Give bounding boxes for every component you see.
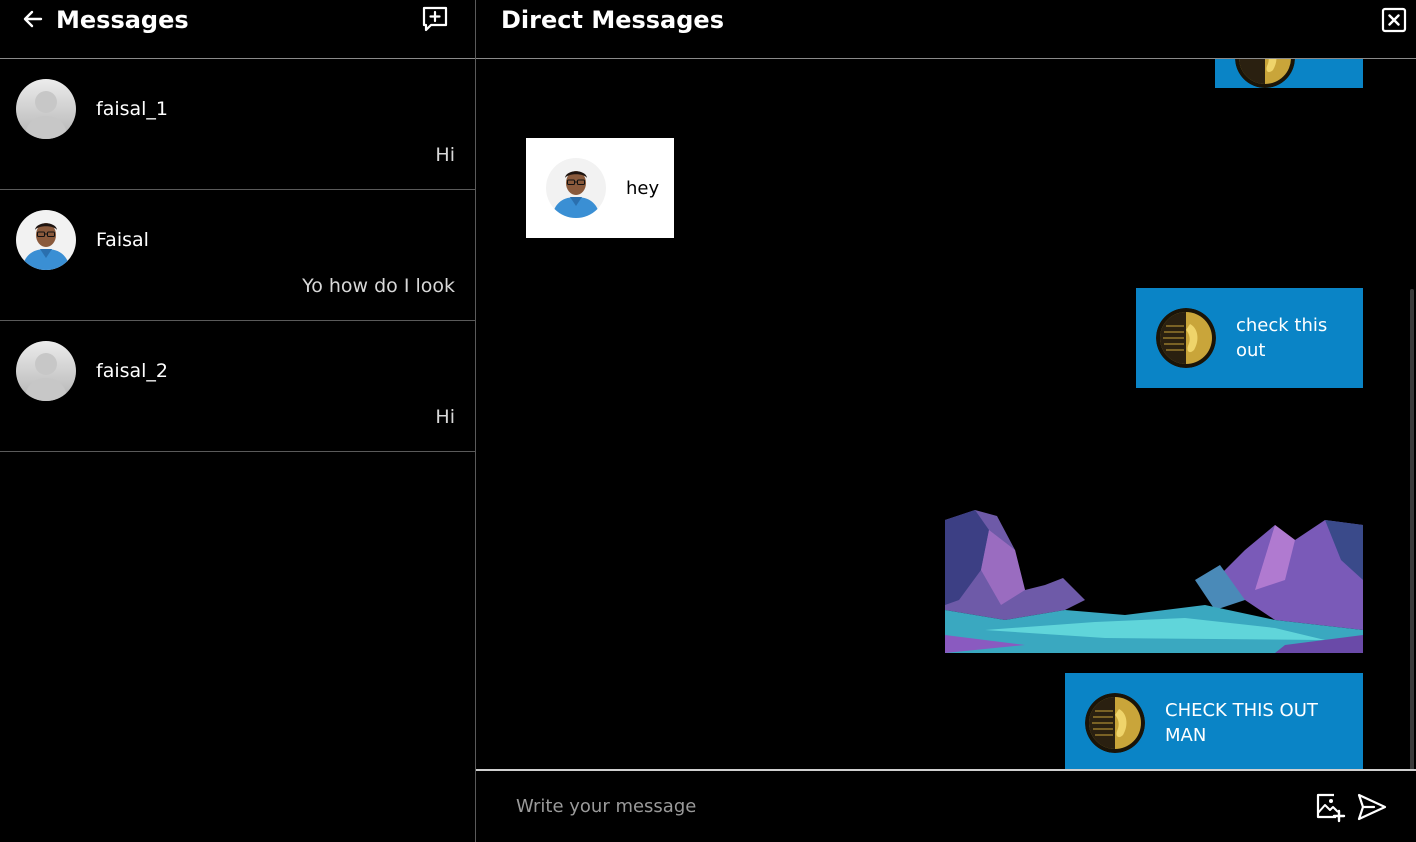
conversation-preview: Hi xyxy=(435,406,455,428)
message-thread[interactable]: hey check this out CHECK THIS OUT MAN xyxy=(476,59,1414,769)
message-composer xyxy=(476,769,1416,842)
sent-message xyxy=(1215,59,1363,88)
default-avatar xyxy=(16,79,76,139)
sender-avatar xyxy=(1235,59,1295,88)
default-avatar xyxy=(16,341,76,401)
conversation-name: Faisal xyxy=(96,229,149,251)
conversations-panel: Messages faisal_1 Hi Faisal Yo how do I … xyxy=(0,0,476,842)
chat-title: Direct Messages xyxy=(501,6,724,34)
conversation-item-faisal-1[interactable]: faisal_1 Hi xyxy=(0,59,475,190)
conversation-preview: Hi xyxy=(435,144,455,166)
message-text: CHECK THIS OUT MAN xyxy=(1165,700,1318,746)
scrollbar[interactable] xyxy=(1410,289,1414,769)
sent-image[interactable] xyxy=(945,510,1363,653)
new-message-icon[interactable] xyxy=(420,4,450,34)
page-title: Messages xyxy=(56,6,189,34)
conversations-header: Messages xyxy=(0,0,475,59)
arrow-left-icon[interactable] xyxy=(20,6,46,32)
sender-avatar xyxy=(1085,693,1145,753)
message-input[interactable] xyxy=(516,783,1276,829)
add-image-icon[interactable] xyxy=(1314,791,1346,823)
message-text: check this out xyxy=(1236,315,1328,361)
sent-message: check this out xyxy=(1136,288,1363,388)
close-box-icon[interactable] xyxy=(1381,7,1407,33)
conversation-name: faisal_2 xyxy=(96,360,169,382)
sender-avatar xyxy=(1156,308,1216,368)
message-text: hey xyxy=(626,177,660,199)
sent-message: CHECK THIS OUT MAN xyxy=(1065,673,1363,769)
conversation-item-faisal[interactable]: Faisal Yo how do I look xyxy=(0,190,475,321)
conversation-name: faisal_1 xyxy=(96,98,169,120)
conversation-list: faisal_1 Hi Faisal Yo how do I look fais… xyxy=(0,59,475,452)
send-icon[interactable] xyxy=(1356,791,1388,823)
chat-header: Direct Messages xyxy=(476,0,1416,59)
sender-avatar xyxy=(546,158,606,218)
user-photo-avatar xyxy=(16,210,76,270)
conversation-preview: Yo how do I look xyxy=(302,275,455,297)
conversation-item-faisal-2[interactable]: faisal_2 Hi xyxy=(0,321,475,452)
chat-panel: Direct Messages hey check this out CHECK… xyxy=(476,0,1416,842)
received-message: hey xyxy=(526,138,674,238)
